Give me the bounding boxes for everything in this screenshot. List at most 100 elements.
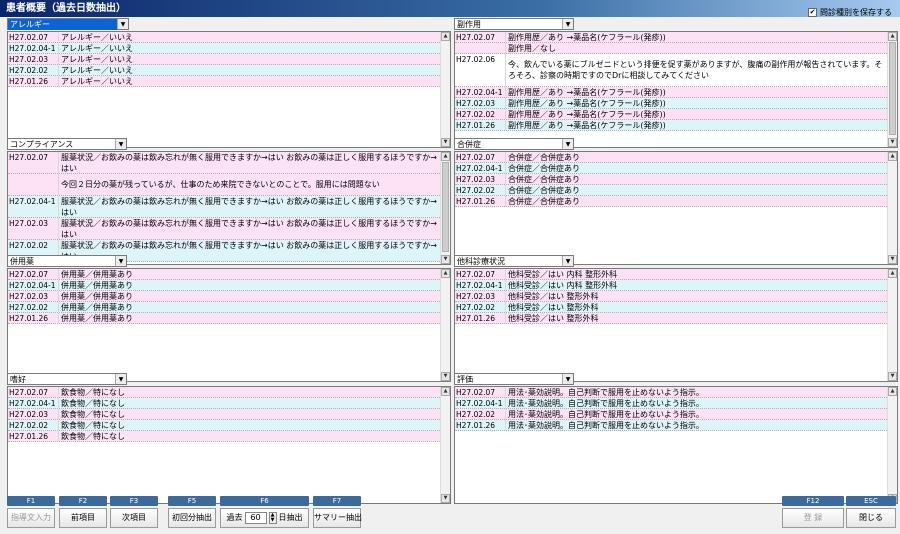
list-item[interactable]: H27.01.26 合併症／合併症あり <box>455 196 887 207</box>
category-select-complication[interactable]: 合併症 ▼ <box>454 138 574 150</box>
list-item[interactable]: H27.02.03 服薬状況／お飲みの薬は飲み忘れが無く服用できますか→はい お飲… <box>8 218 440 240</box>
history-list-allergy[interactable]: H27.02.07 アレルギー／いいえ H27.02.04-1 アレルギー／いいえ H2… <box>7 31 451 148</box>
scroll-up-icon[interactable]: ▲ <box>888 387 897 396</box>
list-item-date: H27.02.02 <box>456 410 496 419</box>
history-list-evaluation[interactable]: H27.02.07 用法･薬効説明。自己判断で服用を止めないよう指示。 H27.02… <box>454 386 898 504</box>
category-select-value: 副作用 <box>457 19 481 29</box>
list-item[interactable]: H27.02.07 飲食物／特になし <box>8 387 440 398</box>
list-item[interactable]: H27.02.03 副作用歴／あり →薬品名(ケフラール(発疹)) <box>455 98 887 109</box>
save-option-checkbox[interactable]: ✔ <box>808 7 817 17</box>
scroll-up-icon[interactable]: ▲ <box>888 152 897 161</box>
list-item[interactable]: H27.02.03 飲食物／特になし <box>8 409 440 420</box>
history-list-complication[interactable]: H27.02.07 合併症／合併症あり H27.02.04-1 合併症／合併症あり H2… <box>454 151 898 265</box>
list-item[interactable]: H27.02.03 アレルギー／いいえ <box>8 54 440 65</box>
list-item[interactable]: H27.02.04-1 服薬状況／お飲みの薬は飲み忘れが無く服用できますか→はい … <box>8 196 440 218</box>
list-item[interactable]: H27.01.26 副作用歴／あり →薬品名(ケフラール(発疹)) <box>455 120 887 131</box>
list-item[interactable]: H27.02.02 アレルギー／いいえ <box>8 65 440 76</box>
scroll-thumb[interactable] <box>442 162 449 252</box>
list-item[interactable]: H27.02.07 他科受診／はい 内科 整形外科 <box>455 269 887 280</box>
list-item[interactable]: 今回２日分の薬が残っているが、仕事のため来院できないとのことで。服用には問題ない <box>8 174 440 196</box>
summary-extract-button[interactable]: サマリー抽出 <box>313 508 362 528</box>
list-item[interactable]: H27.02.04-1 他科受診／はい 内科 整形外科 <box>455 280 887 291</box>
vertical-scrollbar[interactable]: ▲▼ <box>440 387 450 503</box>
list-item[interactable]: H27.02.02 合併症／合併症あり <box>455 185 887 196</box>
chevron-down-icon[interactable]: ▼ <box>562 256 573 266</box>
prev-item-button[interactable]: 前項目 <box>59 508 107 528</box>
scroll-thumb[interactable] <box>889 42 896 135</box>
list-item[interactable]: H27.02.02 他科受診／はい 整形外科 <box>455 302 887 313</box>
list-item[interactable]: H27.01.26 飲食物／特になし <box>8 431 440 442</box>
vertical-scrollbar[interactable]: ▲▼ <box>440 32 450 147</box>
vertical-scrollbar[interactable]: ▲▼ <box>887 387 897 503</box>
chevron-down-icon[interactable]: ▼ <box>562 139 573 149</box>
vertical-scrollbar[interactable]: ▲▼ <box>887 269 897 381</box>
chevron-down-icon[interactable]: ▼ <box>117 19 128 29</box>
list-item[interactable]: H27.02.04-1 用法･薬効説明。自己判断で服用を止めないよう指示。 <box>455 398 887 409</box>
list-item[interactable]: H27.01.26 アレルギー／いいえ <box>8 76 440 87</box>
list-item[interactable]: H27.01.26 用法･薬効説明。自己判断で服用を止めないよう指示。 <box>455 420 887 431</box>
list-item[interactable]: H27.02.03 合併症／合併症あり <box>455 174 887 185</box>
list-item[interactable]: H27.01.26 併用薬／併用薬あり <box>8 313 440 324</box>
list-item-date: H27.02.07 <box>9 33 49 42</box>
register-button[interactable]: 登 録 <box>782 508 844 528</box>
scroll-up-icon[interactable]: ▲ <box>441 387 450 396</box>
list-item[interactable]: H27.02.03 併用薬／併用薬あり <box>8 291 440 302</box>
list-item[interactable]: H27.02.03 他科受診／はい 整形外科 <box>455 291 887 302</box>
list-item[interactable]: H27.02.02 併用薬／併用薬あり <box>8 302 440 313</box>
chevron-down-icon[interactable]: ▼ <box>562 374 573 384</box>
guidance-input-button[interactable]: 指導文入力 <box>7 508 55 528</box>
list-item[interactable]: 副作用／なし <box>455 43 887 54</box>
category-select-preference[interactable]: 嗜好 ▼ <box>7 373 127 385</box>
extract-past-days-button[interactable]: 過去 60 ▲ ▼ 日抽出 <box>220 508 309 528</box>
list-item[interactable]: H27.02.02 用法･薬効説明。自己判断で服用を止めないよう指示。 <box>455 409 887 420</box>
history-list-compliance[interactable]: H27.02.07 服薬状況／お飲みの薬は飲み忘れが無く服用できますか→はい お飲… <box>7 151 451 265</box>
list-item[interactable]: H27.02.04-1 飲食物／特になし <box>8 398 440 409</box>
panel-other-clinic: 他科診療状況 ▼ H27.02.07 他科受診／はい 内科 整形外科 H27.02.04… <box>454 255 898 382</box>
list-item[interactable]: H27.02.07 合併症／合併症あり <box>455 152 887 163</box>
scroll-up-icon[interactable]: ▲ <box>888 32 897 41</box>
list-item[interactable]: H27.02.04-1 併用薬／併用薬あり <box>8 280 440 291</box>
list-item[interactable]: H27.02.07 服薬状況／お飲みの薬は飲み忘れが無く服用できますか→はい お飲… <box>8 152 440 174</box>
scroll-up-icon[interactable]: ▲ <box>441 269 450 278</box>
vertical-scrollbar[interactable]: ▲▼ <box>887 32 897 147</box>
chevron-down-icon[interactable]: ▼ <box>115 374 126 384</box>
category-select-side-effect[interactable]: 副作用 ▼ <box>454 18 574 30</box>
chevron-down-icon[interactable]: ▼ <box>115 256 126 266</box>
list-item[interactable]: H27.02.07 用法･薬効説明。自己判断で服用を止めないよう指示。 <box>455 387 887 398</box>
scroll-up-icon[interactable]: ▲ <box>888 269 897 278</box>
history-list-side-effect[interactable]: H27.02.07 副作用歴／あり →薬品名(ケフラール(発疹)) 副作用／なし H2… <box>454 31 898 148</box>
list-item[interactable]: H27.02.02 副作用歴／あり →薬品名(ケフラール(発疹)) <box>455 109 887 120</box>
category-select-evaluation[interactable]: 評価 ▼ <box>454 373 574 385</box>
save-option[interactable]: ✔ 問診種別を保存する <box>808 6 892 18</box>
list-item[interactable]: H27.02.07 併用薬／併用薬あり <box>8 269 440 280</box>
scroll-up-icon[interactable]: ▲ <box>441 152 450 161</box>
next-item-button[interactable]: 次項目 <box>110 508 158 528</box>
category-select-other-clinic[interactable]: 他科診療状況 ▼ <box>454 255 574 267</box>
days-input[interactable]: 60 <box>244 512 267 524</box>
scroll-down-icon[interactable]: ▼ <box>441 494 450 503</box>
list-item[interactable]: H27.02.02 飲食物／特になし <box>8 420 440 431</box>
extract-first-button[interactable]: 初回分抽出 <box>168 508 216 528</box>
vertical-scrollbar[interactable]: ▲▼ <box>440 152 450 264</box>
list-item[interactable]: H27.02.07 アレルギー／いいえ <box>8 32 440 43</box>
chevron-down-icon[interactable]: ▼ <box>562 19 573 29</box>
list-item-text: 用法･薬効説明。自己判断で服用を止めないよう指示。 <box>505 387 887 397</box>
category-select-allergy[interactable]: アレルギー ▼ <box>7 18 129 30</box>
close-button[interactable]: 閉じる <box>846 508 896 528</box>
vertical-scrollbar[interactable]: ▲▼ <box>887 152 897 264</box>
category-select-compliance[interactable]: コンプライアンス ▼ <box>7 138 127 150</box>
days-stepper-icon[interactable]: ▲ ▼ <box>268 512 277 524</box>
history-list-concomitant[interactable]: H27.02.07 併用薬／併用薬あり H27.02.04-1 併用薬／併用薬あり H2… <box>7 268 451 382</box>
chevron-down-icon[interactable]: ▼ <box>115 139 126 149</box>
list-item[interactable]: H27.02.06 今、飲んでいる薬にブルゼニドという排便を促す薬がありますが、腹… <box>455 54 887 87</box>
list-item[interactable]: H27.02.04-1 合併症／合併症あり <box>455 163 887 174</box>
list-item[interactable]: H27.02.04-1 アレルギー／いいえ <box>8 43 440 54</box>
list-item[interactable]: H27.02.04-1 副作用歴／あり →薬品名(ケフラール(発疹)) <box>455 87 887 98</box>
list-item[interactable]: H27.02.07 副作用歴／あり →薬品名(ケフラール(発疹)) <box>455 32 887 43</box>
history-list-preference[interactable]: H27.02.07 飲食物／特になし H27.02.04-1 飲食物／特になし H27.… <box>7 386 451 504</box>
list-item[interactable]: H27.01.26 他科受診／はい 整形外科 <box>455 313 887 324</box>
category-select-concomitant[interactable]: 併用薬 ▼ <box>7 255 127 267</box>
vertical-scrollbar[interactable]: ▲▼ <box>440 269 450 381</box>
scroll-up-icon[interactable]: ▲ <box>441 32 450 41</box>
history-list-other-clinic[interactable]: H27.02.07 他科受診／はい 内科 整形外科 H27.02.04-1 他科受診／… <box>454 268 898 382</box>
